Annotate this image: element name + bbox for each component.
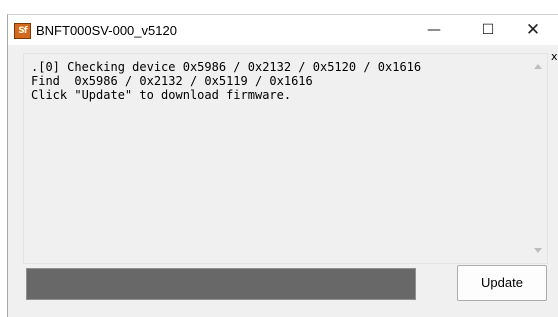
log-scrollbar[interactable] (530, 54, 547, 263)
updater-window: Sf BNFT000SV-000_v5120 — ☐ ✕ .[0] Checki… (7, 14, 558, 317)
log-text: .[0] Checking device 0x5986 / 0x2132 / 0… (31, 60, 422, 102)
update-button[interactable]: Update (457, 265, 547, 301)
minimize-button[interactable]: — (411, 15, 457, 45)
progress-bar (26, 268, 416, 300)
maximize-button[interactable]: ☐ (465, 15, 511, 45)
background-window-close-icon[interactable]: x (551, 50, 558, 63)
close-button[interactable]: ✕ (510, 15, 556, 45)
window-title: BNFT000SV-000_v5120 (36, 23, 177, 38)
scroll-up-icon[interactable] (534, 64, 542, 69)
title-bar[interactable]: Sf BNFT000SV-000_v5120 — ☐ ✕ (8, 15, 558, 45)
log-output-box[interactable]: .[0] Checking device 0x5986 / 0x2132 / 0… (23, 53, 548, 264)
app-icon: Sf (14, 23, 31, 39)
scroll-down-icon[interactable] (534, 248, 542, 253)
